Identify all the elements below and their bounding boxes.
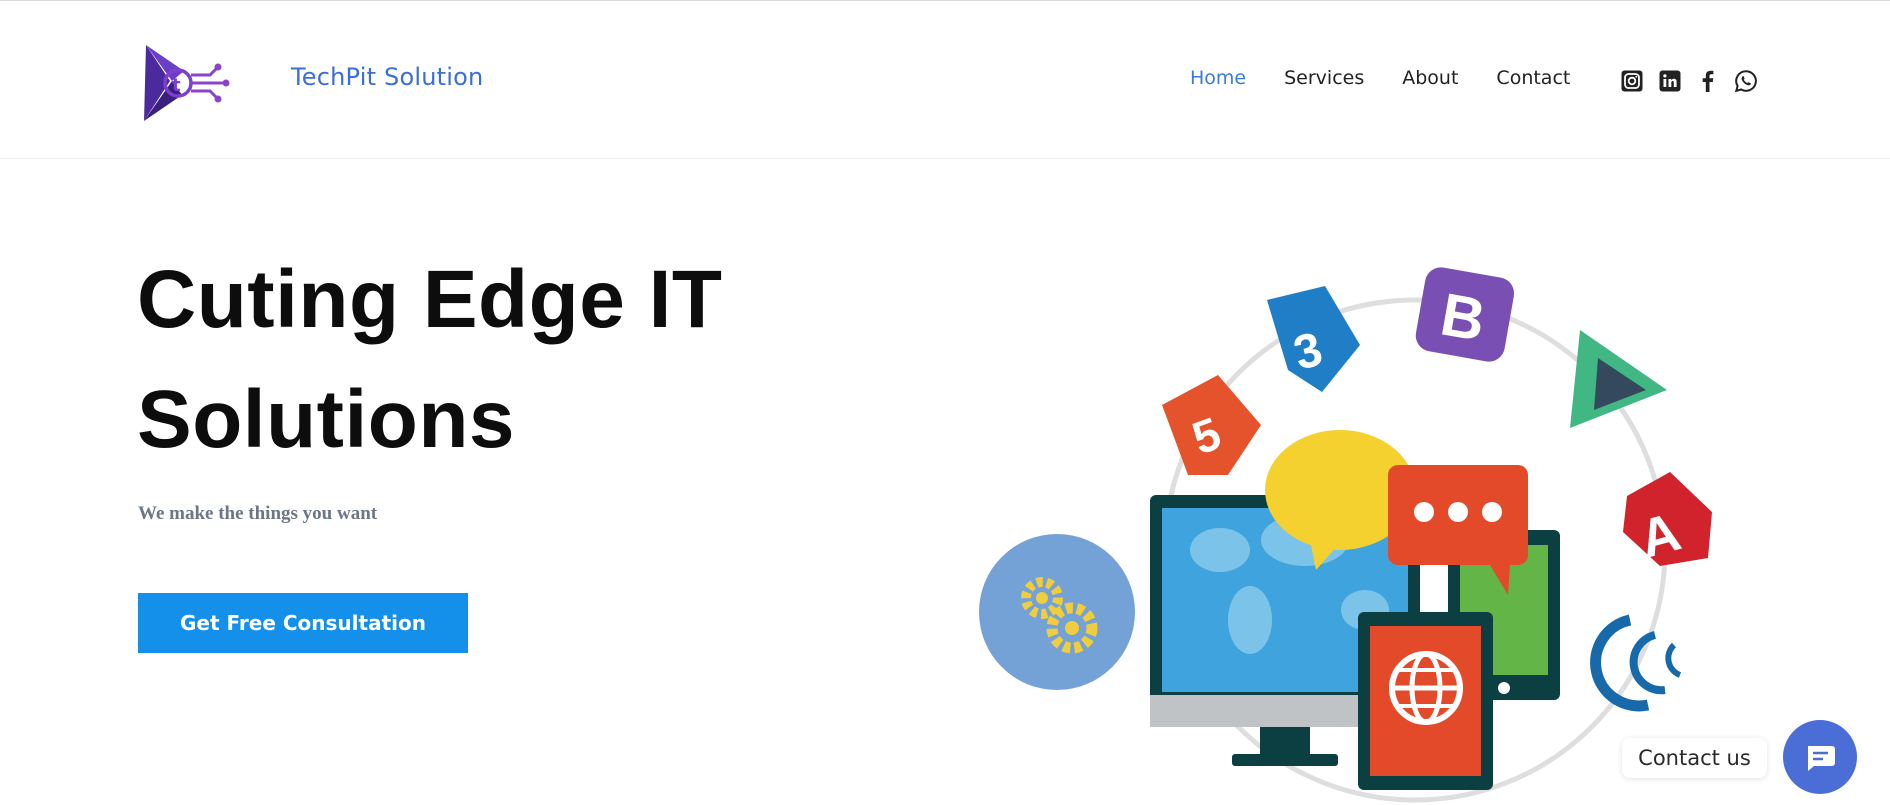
instagram-icon[interactable] xyxy=(1620,69,1644,93)
nav-home[interactable]: Home xyxy=(1190,67,1246,89)
css3-icon: 3 xyxy=(1267,286,1360,392)
nav-about[interactable]: About xyxy=(1402,67,1458,89)
site-header: t TechPit Solution Home Services About C… xyxy=(0,1,1890,159)
chat-icon[interactable] xyxy=(1783,720,1857,794)
main-nav: Home Services About Contact xyxy=(1190,67,1570,89)
bootstrap-icon: B xyxy=(1415,267,1515,362)
hero-subtitle: We make the things you want xyxy=(138,503,378,524)
linkedin-icon[interactable] xyxy=(1658,69,1682,93)
brand-name[interactable]: TechPit Solution xyxy=(291,63,483,91)
gears-circle-icon xyxy=(979,534,1135,690)
nav-services[interactable]: Services xyxy=(1284,67,1364,89)
contact-us-label[interactable]: Contact us xyxy=(1622,738,1767,778)
techpit-logo-icon[interactable]: t xyxy=(138,41,232,125)
social-links xyxy=(1620,69,1758,93)
whatsapp-icon[interactable] xyxy=(1734,69,1758,93)
hero-title-line2: Solutions xyxy=(137,374,516,465)
hero-title-line1: Cuting Edge IT xyxy=(137,254,723,345)
get-free-consultation-button[interactable]: Get Free Consultation xyxy=(138,593,468,653)
hero-illustration: 5 3 B A xyxy=(970,250,1730,805)
html5-icon: 5 xyxy=(1162,375,1261,475)
facebook-icon[interactable] xyxy=(1696,69,1720,93)
svg-text:t: t xyxy=(172,75,181,96)
hero-title: Cuting Edge IT Solutions xyxy=(137,240,917,480)
nav-contact[interactable]: Contact xyxy=(1496,67,1570,89)
angular-icon: A xyxy=(1623,472,1712,570)
phone-globe-icon xyxy=(1358,612,1493,790)
vue-icon xyxy=(1570,330,1667,428)
